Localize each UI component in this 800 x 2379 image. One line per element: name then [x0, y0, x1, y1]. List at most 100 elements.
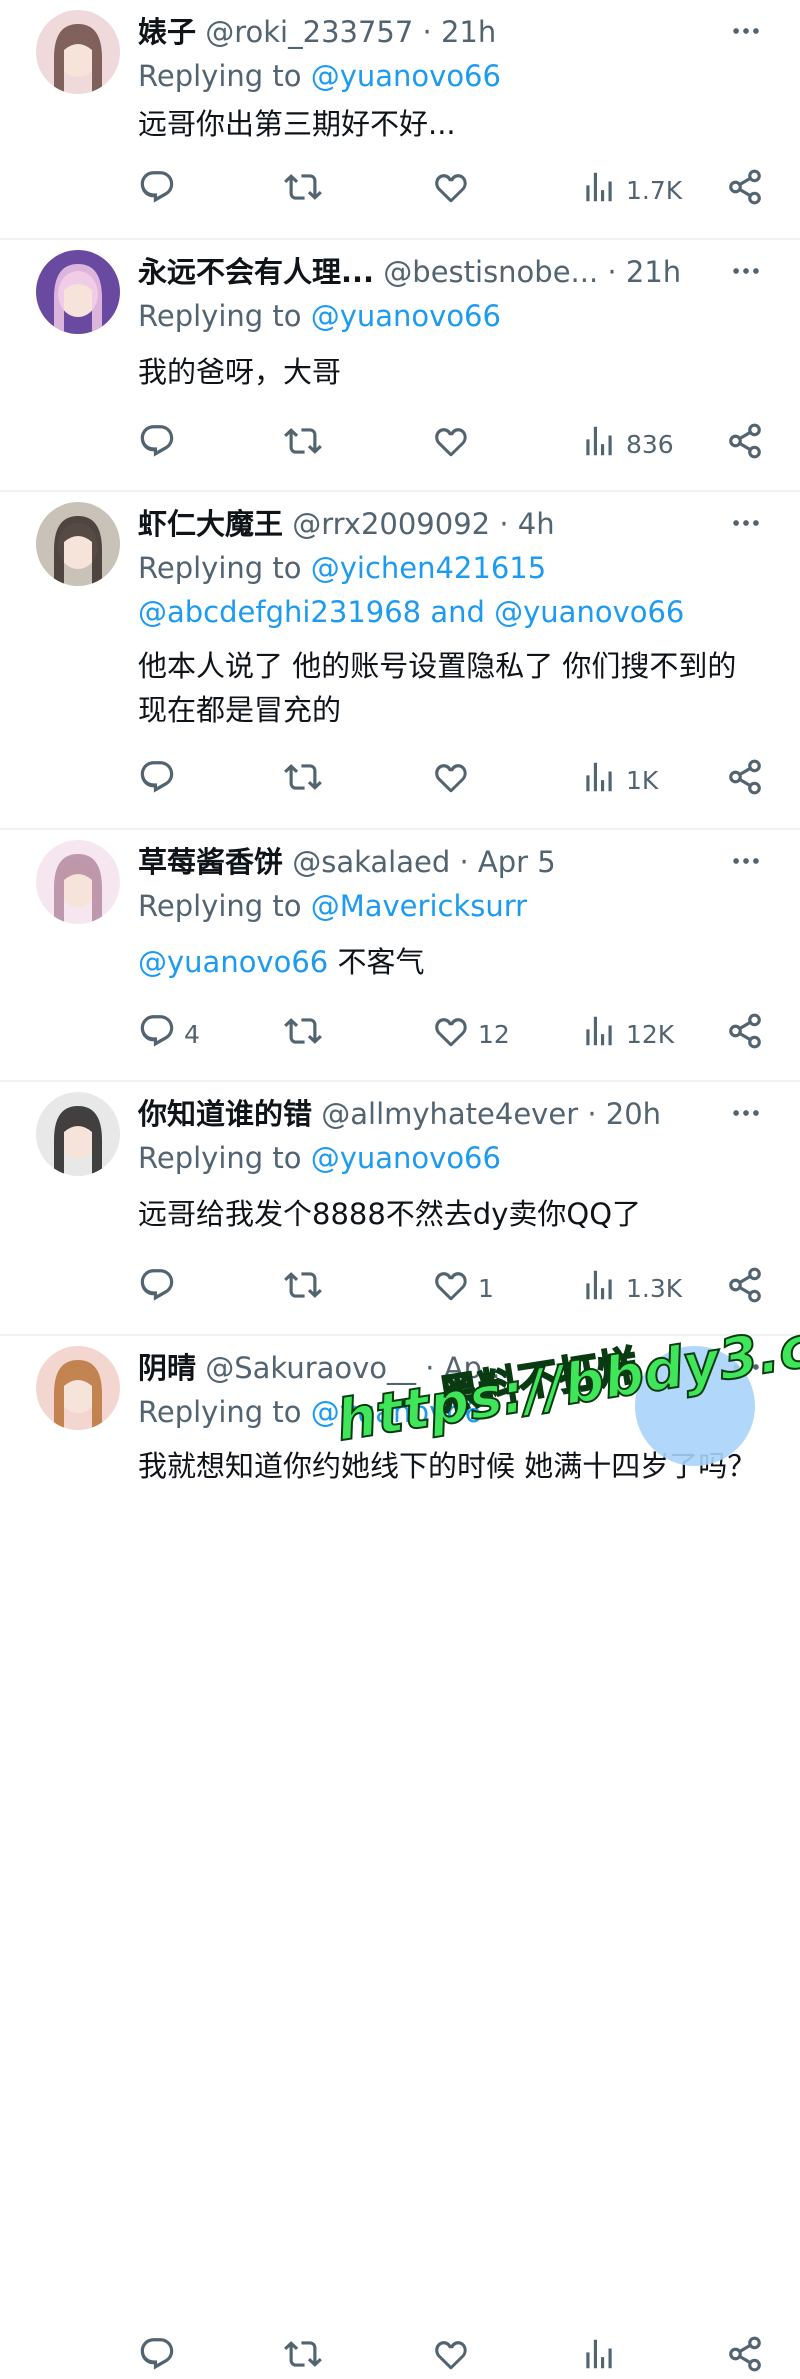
tweet-text: 他本人说了 他的账号设置隐私了 你们搜不到的 现在都是冒充的 — [138, 644, 760, 732]
reply-icon — [138, 168, 176, 212]
share-button[interactable] — [726, 758, 764, 802]
tweet-body: 远哥你出第三期好不好... — [138, 107, 456, 141]
mention-link[interactable]: @abcdefghi231968 and @yuanovo66 — [138, 592, 684, 632]
more-icon[interactable] — [728, 1096, 764, 1130]
like-button[interactable] — [432, 422, 478, 466]
more-icon[interactable] — [728, 506, 764, 540]
mention-link[interactable]: @Mavericksurr — [311, 889, 527, 923]
more-icon[interactable] — [728, 14, 764, 48]
share-icon — [726, 168, 764, 212]
views-button[interactable]: 836 — [580, 422, 674, 466]
retweet-button[interactable] — [284, 1266, 330, 1310]
replying-to: Replying to @yuanovo66 — [138, 296, 501, 336]
replying-to-label: Replying to — [138, 299, 311, 333]
like-button[interactable] — [432, 2335, 478, 2379]
replying-to-label: Replying to — [138, 1141, 311, 1175]
reply-button[interactable] — [138, 1266, 184, 1310]
tweet-body: 我的爸呀，大哥 — [138, 355, 342, 389]
retweet-button[interactable] — [284, 168, 330, 212]
view-count: 1.7K — [626, 175, 683, 205]
avatar[interactable] — [36, 250, 120, 334]
action-bar: 1.7K — [138, 168, 764, 212]
views-button[interactable]: 1.3K — [580, 1266, 682, 1310]
replying-to-label: Replying to — [138, 1395, 311, 1429]
reply-icon — [138, 1266, 176, 1310]
user-handle[interactable]: @rrx2009092 — [292, 507, 490, 541]
tweet[interactable]: 你知道谁的错 @allmyhate4ever · 20h Replying to … — [0, 1082, 800, 1336]
display-name[interactable]: 你知道谁的错 — [138, 1097, 312, 1131]
views-icon — [580, 758, 618, 802]
timestamp[interactable]: 20h — [606, 1097, 661, 1131]
timestamp[interactable]: 4h — [518, 507, 555, 541]
replying-to: Replying to @yuanovo66 — [138, 1138, 501, 1178]
tweet[interactable]: 虾仁大魔王 @rrx2009092 · 4h Replying to @yiche… — [0, 492, 800, 830]
share-button[interactable] — [726, 1012, 764, 1056]
retweet-button[interactable] — [284, 422, 330, 466]
reply-button[interactable] — [138, 2335, 184, 2379]
tweet[interactable]: 婊子 @roki_233757 · 21h Replying to @yuanov… — [0, 0, 800, 240]
tweet-body: 不客气 — [328, 945, 425, 979]
user-handle[interactable]: @allmyhate4ever — [321, 1097, 578, 1131]
timestamp[interactable]: 21h — [626, 255, 681, 289]
share-icon — [726, 1012, 764, 1056]
reply-button[interactable] — [138, 168, 184, 212]
more-icon[interactable] — [728, 844, 764, 878]
like-button[interactable] — [432, 168, 478, 212]
reply-button[interactable] — [138, 422, 184, 466]
display-name[interactable]: 阴晴 — [138, 1351, 196, 1385]
like-icon — [432, 2335, 470, 2379]
retweet-icon — [284, 168, 322, 212]
mention-link[interactable]: @yuanovo66 — [311, 59, 501, 93]
like-button[interactable]: 1 — [432, 1266, 494, 1310]
user-handle[interactable]: @bestisnobe... — [383, 255, 598, 289]
reply-button[interactable]: 4 — [138, 1012, 200, 1056]
user-handle[interactable]: @Sakuraovo__ — [205, 1351, 416, 1385]
share-button[interactable] — [726, 168, 764, 212]
mention-link[interactable]: @yichen421615 — [311, 551, 546, 585]
avatar[interactable] — [36, 502, 120, 586]
retweet-button[interactable] — [284, 758, 330, 802]
more-icon[interactable] — [728, 254, 764, 288]
avatar[interactable] — [36, 1346, 120, 1430]
replying-to: Replying to @Mavericksurr — [138, 886, 527, 926]
share-button[interactable] — [726, 1266, 764, 1310]
retweet-icon — [284, 758, 322, 802]
tweet-body: 他本人说了 他的账号设置隐私了 你们搜不到的 现在都是冒充的 — [138, 649, 737, 727]
display-name[interactable]: 婊子 — [138, 15, 196, 49]
tweet[interactable]: 永远不会有人理... @bestisnobe... · 21h Replying … — [0, 240, 800, 492]
retweet-button[interactable] — [284, 2335, 330, 2379]
views-button[interactable]: 12K — [580, 1012, 674, 1056]
mention-link[interactable]: @yuanovo66 — [138, 945, 328, 979]
like-button[interactable] — [432, 758, 478, 802]
share-icon — [726, 422, 764, 466]
display-name[interactable]: 虾仁大魔王 — [138, 507, 283, 541]
like-icon — [432, 422, 470, 466]
views-button[interactable]: 1.7K — [580, 168, 682, 212]
timestamp[interactable]: Apr 5 — [478, 845, 556, 879]
display-name[interactable]: 草莓酱香饼 — [138, 845, 283, 879]
tweet[interactable]: 草莓酱香饼 @sakalaed · Apr 5 Replying to @Mave… — [0, 830, 800, 1082]
avatar[interactable] — [36, 1092, 120, 1176]
like-count: 12 — [478, 1019, 510, 1049]
retweet-button[interactable] — [284, 1012, 330, 1056]
user-handle[interactable]: @roki_233757 — [205, 15, 413, 49]
reply-icon — [138, 758, 176, 802]
timestamp[interactable]: 21h — [441, 15, 496, 49]
views-button[interactable] — [580, 2335, 626, 2379]
avatar[interactable] — [36, 840, 120, 924]
like-button[interactable]: 12 — [432, 1012, 510, 1056]
retweet-icon — [284, 422, 322, 466]
display-name[interactable]: 永远不会有人理... — [138, 255, 374, 289]
action-bar: 4 12 12K — [138, 1012, 764, 1056]
avatar[interactable] — [36, 10, 120, 94]
share-button[interactable] — [726, 2335, 764, 2379]
tweet-text: 远哥给我发个8888不然去dy卖你QQ了 — [138, 1192, 760, 1236]
share-button[interactable] — [726, 422, 764, 466]
action-bar: 1 1.3K — [138, 1266, 764, 1310]
user-handle[interactable]: @sakalaed — [292, 845, 450, 879]
views-button[interactable]: 1K — [580, 758, 658, 802]
mention-link[interactable]: @yuanovo66 — [311, 299, 501, 333]
mention-link[interactable]: @yuanovo66 — [311, 1141, 501, 1175]
reply-button[interactable] — [138, 758, 184, 802]
tweet-text: @yuanovo66 不客气 — [138, 940, 760, 984]
